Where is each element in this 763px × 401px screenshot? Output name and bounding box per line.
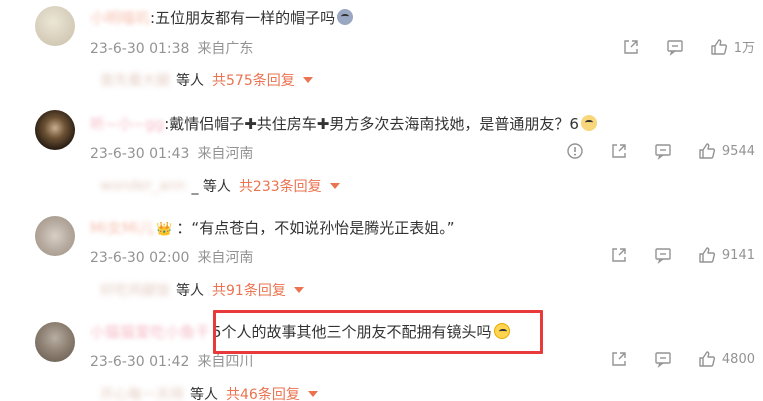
comment-text: ：“有点苍白，不如说孙怡是腾光正表姐。”	[176, 219, 455, 237]
thumbs-up-icon	[698, 142, 716, 160]
like-button[interactable]: 9544	[698, 142, 755, 160]
comment-actions: 4800	[584, 350, 755, 368]
thumbs-up-icon	[710, 38, 728, 56]
comment-text: :戴情侣帽子✚共住房车✚男方多次去海南找她，是普通朋友？6	[164, 115, 579, 133]
comment-icon	[654, 142, 672, 160]
comment-button[interactable]	[654, 142, 672, 160]
comment-icon	[654, 350, 672, 368]
share-icon	[610, 350, 628, 368]
username[interactable]: 小猫猫爱吃小鱼干	[90, 322, 212, 342]
reply-total[interactable]: 共575条回复	[212, 70, 295, 90]
reply-names: 首先看大腿	[100, 73, 170, 89]
reply-total[interactable]: 共91条回复	[212, 280, 286, 300]
thumbs-up-icon	[698, 350, 716, 368]
reply-suffix: _ 等人	[191, 179, 231, 195]
thumbs-up-icon	[698, 246, 716, 264]
share-button[interactable]	[610, 246, 628, 264]
comment-text: 5个人的故事其他三个朋友不配拥有镜头吗	[212, 323, 492, 341]
comment-body: Mi女Mi儿 👑 ：“有点苍白，不如说孙怡是腾光正表姐。”	[90, 218, 454, 240]
share-button[interactable]	[622, 38, 640, 56]
timestamp: 23-6-30 01:43	[90, 146, 190, 162]
timestamp: 23-6-30 02:00	[90, 250, 190, 266]
comment-body: 小猫猫爱吃小鱼干 5个人的故事其他三个朋友不配拥有镜头吗	[90, 322, 510, 342]
like-count: 9141	[721, 247, 755, 263]
avatar[interactable]	[35, 110, 75, 150]
location: 来自河南	[197, 250, 254, 266]
chevron-down-icon[interactable]	[329, 183, 340, 189]
share-icon	[622, 38, 640, 56]
comment-meta: 23-6-30 01:43 来自河南	[90, 143, 253, 163]
report-button[interactable]	[566, 142, 584, 160]
comment-actions: 9141	[584, 246, 755, 264]
comment-button[interactable]	[666, 38, 684, 56]
username[interactable]: 小明喵叽	[90, 9, 150, 27]
comment-meta: 23-6-30 01:38 来自广东	[90, 38, 253, 58]
reply-names: 开心每一天呀	[100, 387, 184, 401]
reply-names: 好吃鸡腿饭	[100, 283, 170, 299]
chevron-down-icon[interactable]	[293, 287, 304, 293]
like-button[interactable]: 1万	[710, 37, 755, 56]
like-count: 9544	[721, 143, 755, 159]
sweat-emoji	[493, 323, 510, 339]
share-icon	[610, 246, 628, 264]
report-icon	[566, 142, 584, 160]
reply-total[interactable]: 共46条回复	[226, 384, 300, 401]
comment-body: 听~小~gg:戴情侣帽子✚共住房车✚男方多次去海南找她，是普通朋友？6	[90, 114, 597, 134]
comment-actions: 9544	[540, 142, 755, 160]
username[interactable]: 听~小~gg	[90, 115, 164, 133]
reply-suffix: 等人	[176, 283, 204, 299]
reply-names: wonder_ann	[100, 178, 186, 194]
comment-button[interactable]	[654, 350, 672, 368]
comment-body: 小明喵叽:五位朋友都有一样的帽子吗	[90, 8, 354, 28]
replies-link[interactable]: wonder_ann _ 等人 共233条回复	[100, 176, 340, 196]
comment-button[interactable]	[654, 246, 672, 264]
comment-meta: 23-6-30 02:00 来自河南	[90, 247, 253, 267]
avatar[interactable]	[35, 6, 75, 46]
chevron-down-icon[interactable]	[302, 77, 313, 83]
reply-total[interactable]: 共233条回复	[239, 176, 322, 196]
location: 来自四川	[197, 354, 254, 370]
reply-suffix: 等人	[190, 387, 218, 401]
reply-suffix: 等人	[176, 73, 204, 89]
timestamp: 23-6-30 01:42	[90, 354, 190, 370]
comment-text: :五位朋友都有一样的帽子吗	[150, 9, 336, 27]
cat-emoji	[580, 115, 597, 131]
timestamp: 23-6-30 01:38	[90, 41, 190, 57]
avatar[interactable]	[35, 322, 75, 362]
like-count: 1万	[733, 41, 755, 56]
like-button[interactable]: 4800	[698, 350, 755, 368]
comment-meta: 23-6-30 01:42 来自四川	[90, 351, 253, 371]
chevron-down-icon[interactable]	[307, 391, 318, 397]
replies-link[interactable]: 好吃鸡腿饭 等人 共91条回复	[100, 280, 304, 300]
replies-link[interactable]: 首先看大腿 等人 共575条回复	[100, 70, 313, 90]
comment-actions: 1万	[596, 37, 755, 56]
comment-icon	[654, 246, 672, 264]
like-count: 4800	[721, 351, 755, 367]
crown-icon: 👑	[156, 222, 173, 237]
replies-link[interactable]: 开心每一天呀 等人 共46条回复	[100, 384, 318, 401]
comment-icon	[666, 38, 684, 56]
like-button[interactable]: 9141	[698, 246, 755, 264]
username[interactable]: Mi女Mi儿	[90, 219, 154, 237]
location: 来自河南	[197, 146, 254, 162]
share-button[interactable]	[610, 142, 628, 160]
avatar[interactable]	[35, 216, 75, 256]
sad-face-emoji	[337, 9, 354, 25]
share-icon	[610, 142, 628, 160]
location: 来自广东	[197, 41, 254, 57]
share-button[interactable]	[610, 350, 628, 368]
